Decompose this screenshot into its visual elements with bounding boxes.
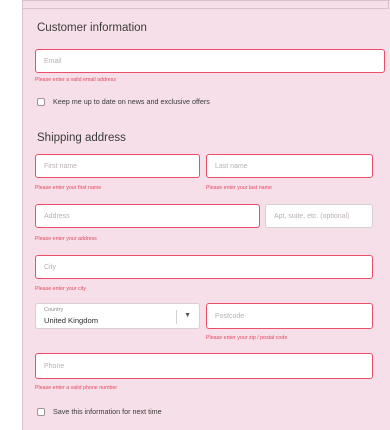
email-error: Please enter a valid email address xyxy=(35,77,116,83)
save-info-checkbox[interactable] xyxy=(37,407,45,416)
last-name-error: Please enter your last name xyxy=(206,185,272,191)
country-select-divider xyxy=(176,310,177,324)
save-info-label: Save this information for next time xyxy=(53,407,162,416)
country-select-label: Country xyxy=(44,307,64,313)
newsletter-checkbox[interactable] xyxy=(37,97,45,106)
address-error: Please enter your address xyxy=(35,236,97,242)
chevron-down-icon[interactable]: ▼ xyxy=(184,312,191,319)
newsletter-checkbox-row[interactable]: Keep me up to date on news and exclusive… xyxy=(37,97,210,106)
city-error: Please enter your city xyxy=(35,286,86,292)
customer-information-heading: Customer information xyxy=(37,22,147,34)
newsletter-label: Keep me up to date on news and exclusive… xyxy=(53,97,210,106)
last-name-field[interactable]: Last name xyxy=(206,154,373,178)
save-info-checkbox-row[interactable]: Save this information for next time xyxy=(37,407,162,416)
panel-top-border xyxy=(23,1,389,9)
phone-field[interactable]: Phone xyxy=(35,353,373,379)
postcode-error: Please enter your zip / postal code xyxy=(206,335,288,341)
apt-suite-field[interactable]: Apt, suite, etc. (optional) xyxy=(265,204,373,228)
postcode-field[interactable]: Postcode xyxy=(206,303,373,329)
first-name-error: Please enter your first name xyxy=(35,185,102,191)
country-select[interactable]: Country United Kingdom ▼ xyxy=(35,303,200,329)
phone-error: Please enter a valid phone number xyxy=(35,385,118,391)
shipping-address-heading: Shipping address xyxy=(37,132,126,144)
address-field[interactable]: Address xyxy=(35,204,260,228)
checkout-form-panel: Customer information Email Please enter … xyxy=(22,0,390,430)
country-select-value: United Kingdom xyxy=(44,316,99,325)
first-name-field[interactable]: First name xyxy=(35,154,200,178)
email-field[interactable]: Email xyxy=(35,49,385,73)
city-field[interactable]: City xyxy=(35,255,373,279)
